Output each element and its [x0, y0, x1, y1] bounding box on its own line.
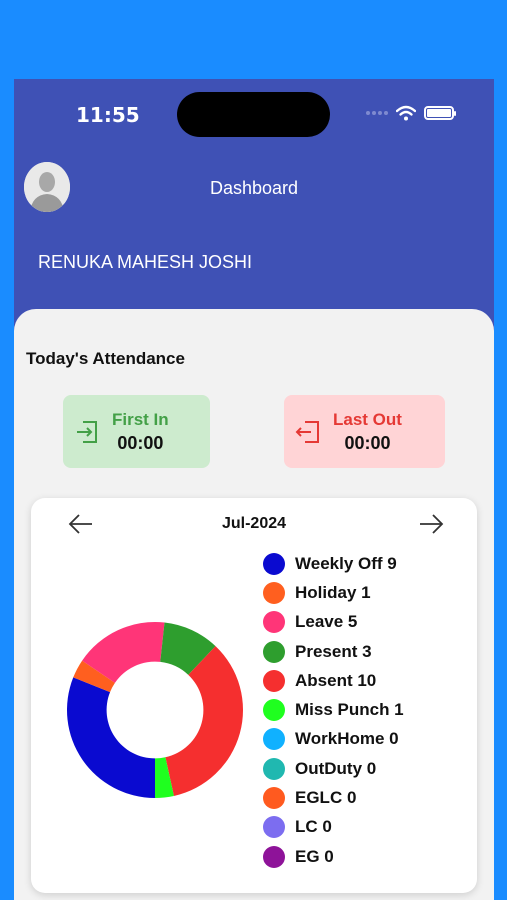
- legend-item: WorkHome 0: [263, 725, 404, 754]
- dynamic-island: [177, 92, 330, 137]
- legend-swatch: [263, 787, 285, 810]
- legend-item: EGLC 0: [263, 783, 404, 812]
- legend-swatch: [263, 728, 285, 751]
- attendance-title: Today's Attendance: [26, 349, 185, 368]
- content-panel: Today's Attendance First In 00:00 Last O…: [14, 309, 494, 900]
- legend-item: Absent 10: [263, 666, 404, 695]
- legend-swatch: [263, 581, 285, 604]
- login-icon: [77, 420, 97, 443]
- legend-label: Absent 10: [295, 670, 377, 690]
- legend-swatch: [263, 669, 285, 692]
- last-out-card[interactable]: Last Out 00:00: [284, 395, 445, 468]
- logout-icon: [295, 420, 319, 443]
- user-name: RENUKA MAHESH JOSHI: [38, 252, 253, 272]
- chart-legend: Weekly Off 9 Holiday 1 Leave 5 Present 3 Abs…: [263, 549, 404, 871]
- attendance-donut-chart: [66, 622, 243, 798]
- legend-item: OutDuty 0: [263, 754, 404, 783]
- legend-swatch: [263, 757, 285, 780]
- legend-item: Weekly Off 9: [263, 549, 404, 578]
- legend-swatch: [263, 611, 285, 634]
- attendance-chart-card: Jul-2024 Weekly Off 9 Holiday 1 Leave 5 Pre…: [31, 498, 477, 893]
- legend-item: Holiday 1: [263, 578, 404, 607]
- wifi-icon: [396, 105, 416, 121]
- legend-label: Present 3: [295, 641, 372, 661]
- first-in-card[interactable]: First In 00:00: [63, 395, 210, 468]
- legend-label: LC 0: [295, 817, 332, 837]
- last-out-value: 00:00: [344, 432, 391, 453]
- donut-slice-weekly-off: [66, 677, 155, 798]
- legend-label: Holiday 1: [295, 582, 371, 602]
- legend-label: Miss Punch 1: [295, 700, 404, 720]
- battery-icon: [424, 106, 456, 120]
- legend-item: EG 0: [263, 842, 404, 871]
- donut-slice-absent: [165, 646, 243, 796]
- legend-label: WorkHome 0: [295, 729, 399, 749]
- legend-swatch: [263, 816, 285, 839]
- legend-item: LC 0: [263, 813, 404, 842]
- legend-label: OutDuty 0: [295, 758, 377, 778]
- legend-label: Leave 5: [295, 612, 358, 632]
- arrow-right-icon[interactable]: [417, 511, 445, 537]
- first-in-value: 00:00: [117, 432, 164, 453]
- month-label: Jul-2024: [221, 515, 287, 532]
- legend-swatch: [263, 640, 285, 663]
- legend-label: Weekly Off 9: [295, 553, 397, 573]
- signal-icon: [366, 111, 388, 115]
- status-time: 11:55: [76, 103, 140, 127]
- app-screen: 11:55 Dashboard RENUKA MAHESH JOSHI Toda…: [14, 79, 494, 900]
- legend-swatch: [263, 552, 285, 575]
- legend-label: EGLC 0: [295, 788, 357, 808]
- first-in-label: First In: [112, 409, 169, 429]
- legend-item: Leave 5: [263, 608, 404, 637]
- legend-label: EG 0: [295, 846, 334, 866]
- last-out-label: Last Out: [333, 409, 402, 429]
- legend-swatch: [263, 699, 285, 722]
- legend-item: Present 3: [263, 637, 404, 666]
- legend-swatch: [263, 845, 285, 868]
- status-icons: [366, 105, 456, 121]
- page-title: Dashboard: [209, 178, 299, 198]
- legend-item: Miss Punch 1: [263, 695, 404, 724]
